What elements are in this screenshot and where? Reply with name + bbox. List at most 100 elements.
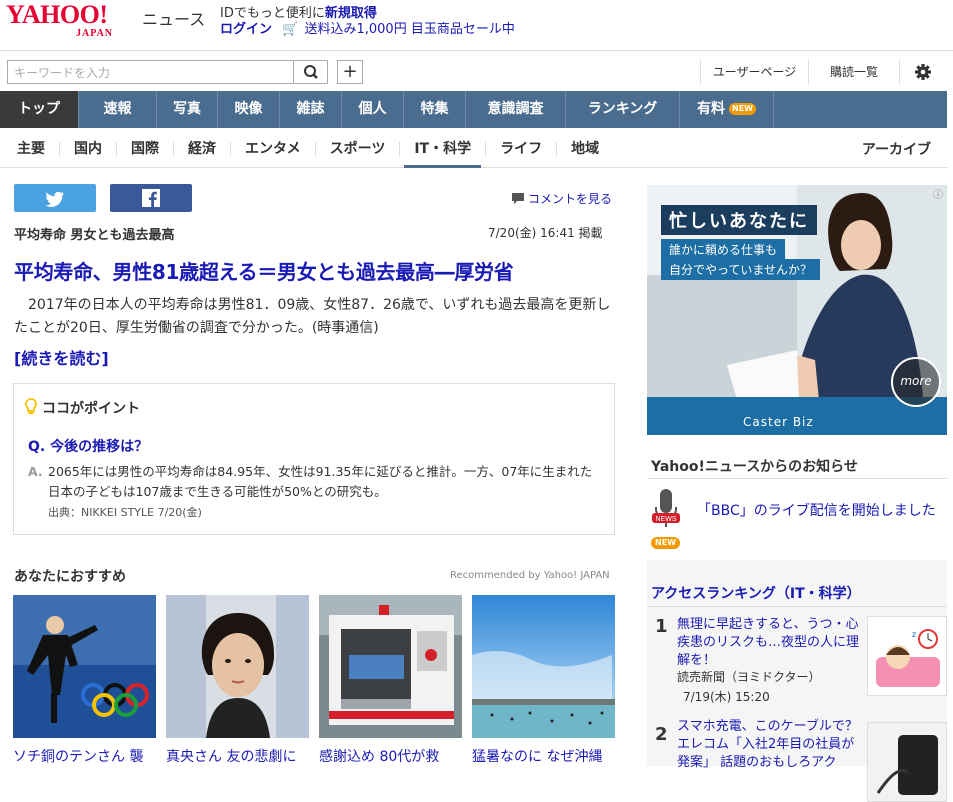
recommend-card[interactable]: 猛暑なのに なぜ沖縄	[472, 595, 615, 768]
subnav-local[interactable]: 地域	[557, 142, 613, 156]
category-nav: 主要 国内 国際 経済 エンタメ スポーツ IT・科学 ライフ 地域 アーカイブ	[0, 130, 947, 168]
new-badge: NEW	[729, 103, 756, 115]
ad-subline-2: 自分でやっていませんか？	[661, 259, 821, 280]
recommend-card[interactable]: ソチ銅のテンさん 襲	[13, 595, 156, 768]
nav-ranking[interactable]: ランキング	[566, 91, 680, 128]
facebook-share-button[interactable]	[110, 184, 192, 212]
sleeping-illustration: z	[867, 616, 947, 696]
nav-top[interactable]: トップ	[0, 91, 79, 128]
answer-label: A.	[28, 464, 43, 479]
answer-text: 2065年には男性の平均寿命は84.95年、女性は91.35年に延びると推計。一…	[48, 464, 593, 499]
yahoo-japan-logo[interactable]: YAHOO! JAPAN	[6, 0, 138, 46]
subnav-it-science[interactable]: IT・科学	[400, 141, 487, 168]
recommend-caption: ソチ銅のテンさん 襲	[13, 749, 144, 765]
svg-text:z: z	[912, 630, 916, 639]
sale-link[interactable]: 送料込み1,000円 目玉商品セール中	[304, 22, 514, 37]
ranking-source: 読売新聞（ヨミドクター）	[677, 670, 821, 684]
user-page-link[interactable]: ユーザーページ	[700, 60, 808, 84]
article-kicker: 平均寿命 男女とも過去最高	[14, 228, 175, 243]
key-point-question[interactable]: Q. 今後の推移は？	[28, 436, 148, 456]
recommend-by: Recommended by Yahoo! JAPAN	[450, 570, 610, 581]
ranking-title: 無理に早起きすると、うつ・心疾患のリスクも…夜型の人に理解を！	[677, 617, 860, 668]
recommend-heading: あなたにおすすめ	[14, 569, 126, 585]
service-name[interactable]: ニュース	[142, 6, 205, 30]
article-date: 7/20(金) 16:41 掲載	[488, 226, 603, 240]
nav-individual[interactable]: 個人	[342, 91, 404, 128]
cart-icon: 🛒	[282, 22, 299, 37]
ranking-date: 7/19(木) 15:20	[683, 690, 770, 704]
nav-video[interactable]: 映像	[218, 91, 280, 128]
notice-link[interactable]: 「BBC」のライブ配信を開始しました	[697, 500, 936, 520]
microphone-icon: NEWS	[650, 487, 682, 531]
ranking-title: スマホ充電、このケーブルで？ エレコム「入社2年目の社員が発案」 話題のおもしろ…	[677, 719, 858, 770]
search-button[interactable]	[294, 60, 328, 84]
add-button[interactable]: +	[337, 60, 363, 84]
advertisement-banner[interactable]: 忙しいあなたに 誰かに頼める仕事も 自分でやっていませんか？ more Cast…	[647, 185, 947, 435]
ad-info-icon[interactable]: ⓘ	[931, 186, 945, 201]
twitter-icon	[45, 191, 65, 207]
subnav-main[interactable]: 主要	[0, 141, 60, 156]
global-header: YAHOO! JAPAN ニュース IDでもっと便利に新規取得 ログイン 🛒 送…	[0, 0, 953, 50]
article-body: 2017年の日本人の平均寿命は男性81．09歳、女性87．26歳で、いずれも過去…	[14, 297, 611, 336]
cable-thumbnail	[867, 722, 947, 802]
ad-subline-1: 誰かに頼める仕事も	[661, 239, 786, 260]
nav-breaking[interactable]: 速報	[79, 91, 157, 128]
reading-list-link[interactable]: 購読一覧	[808, 60, 900, 84]
subnav-economy[interactable]: 経済	[174, 141, 231, 156]
portrait-thumbnail	[166, 595, 309, 738]
read-more-link[interactable]: [続きを読む]	[14, 345, 109, 369]
nav-paid[interactable]: 有料 NEW	[680, 91, 774, 128]
subnav-sports[interactable]: スポーツ	[316, 141, 401, 156]
nav-feature[interactable]: 特集	[404, 91, 466, 128]
comment-icon	[512, 193, 524, 204]
nav-paid-label: 有料	[697, 101, 725, 117]
rank-number: 2	[655, 724, 668, 745]
ranking-heading[interactable]: アクセスランキング（IT・科学）	[651, 583, 861, 603]
ambulance-thumbnail	[319, 595, 462, 738]
ad-more-button[interactable]: more	[891, 357, 941, 407]
comment-link[interactable]: コメントを見る	[511, 190, 612, 207]
logo-text: YAHOO!	[6, 0, 108, 29]
ad-brand: Caster Biz	[743, 415, 814, 429]
recommend-card[interactable]: 感謝込め 80代が救	[319, 595, 462, 768]
key-point-box: ココがポイント Q. 今後の推移は？ A. 2065年には男性の平均寿命は84.9…	[13, 383, 615, 535]
subnav-entertainment[interactable]: エンタメ	[231, 141, 316, 156]
skater-thumbnail	[13, 595, 156, 738]
subnav-life[interactable]: ライフ	[486, 141, 558, 156]
key-point-heading: ココがポイント	[24, 398, 140, 418]
recommend-card[interactable]: 真央さん 友の悲劇に	[166, 595, 309, 768]
recommend-caption: 感謝込め 80代が救	[319, 749, 440, 765]
facebook-icon	[142, 189, 160, 207]
recommend-caption: 真央さん 友の悲劇に	[166, 749, 297, 765]
nav-magazine[interactable]: 雑誌	[280, 91, 342, 128]
archive-link[interactable]: アーカイブ	[862, 139, 931, 159]
rank-number: 1	[655, 616, 668, 637]
twitter-share-button[interactable]	[14, 184, 96, 212]
nav-survey[interactable]: 意識調査	[466, 91, 566, 128]
search-icon	[304, 65, 318, 79]
divider	[647, 606, 947, 607]
nav-photo[interactable]: 写真	[157, 91, 218, 128]
search-input[interactable]: キーワードを入力	[7, 60, 294, 84]
lightbulb-icon	[25, 398, 37, 414]
question-label: Q.	[28, 439, 46, 455]
logo-subtext: JAPAN	[76, 28, 114, 39]
article-title[interactable]: 平均寿命、男性81歳超える＝男女とも過去最高―厚労省	[14, 256, 514, 285]
key-point-answer: A. 2065年には男性の平均寿命は84.95年、女性は91.35年に延びると推計…	[28, 462, 603, 502]
settings-button[interactable]	[900, 60, 946, 84]
recommend-caption: 猛暑なのに なぜ沖縄	[472, 749, 603, 765]
subnav-world[interactable]: 国際	[117, 141, 174, 156]
login-link[interactable]: ログイン	[220, 22, 272, 37]
main-nav: トップ 速報 写真 映像 雑誌 個人 特集 意識調査 ランキング 有料 NEW	[0, 91, 947, 128]
search-bar: キーワードを入力 + ユーザーページ 購読一覧	[0, 50, 953, 91]
svg-text:NEWS: NEWS	[656, 516, 677, 523]
divider	[647, 478, 947, 479]
notice-heading: Yahoo!ニュースからのお知らせ	[651, 459, 858, 475]
key-point-source: 出典：NIKKEI STYLE 7/20(金)	[48, 506, 202, 519]
ad-headline: 忙しいあなたに	[661, 205, 817, 235]
gear-icon	[915, 64, 931, 80]
comment-link-label: コメントを見る	[528, 192, 613, 206]
subnav-domestic[interactable]: 国内	[60, 141, 117, 156]
beach-thumbnail	[472, 595, 615, 738]
question-text: 今後の推移は？	[50, 439, 149, 455]
